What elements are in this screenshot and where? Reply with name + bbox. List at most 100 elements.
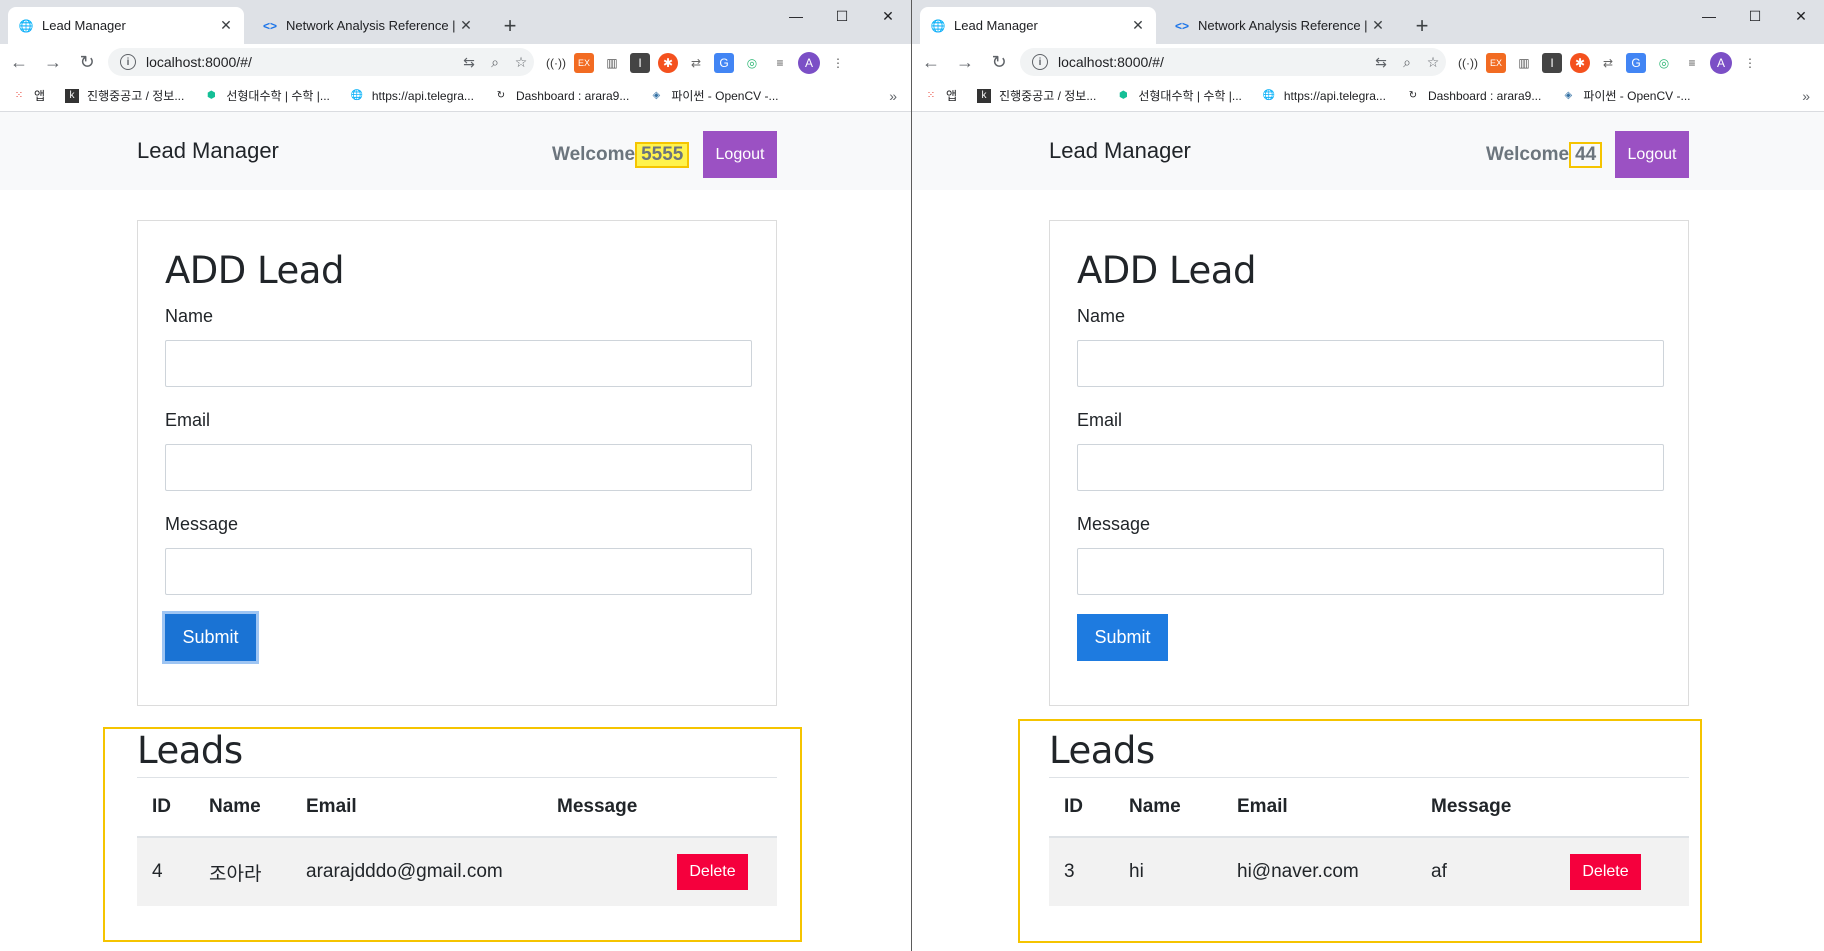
bookmark-label: 진행중공고 / 정보... [999, 89, 1097, 103]
tab-network-analysis[interactable]: <> Network Analysis Reference | ✕ [1164, 7, 1396, 44]
bookmark-item[interactable]: ⁙ 앱 [924, 87, 957, 104]
reading-list-icon[interactable]: ≡ [770, 53, 790, 73]
browser-toolbar: ← → ↻ i localhost:8000/#/ ⇆ ⌕ ☆ ((·)) EX… [0, 44, 911, 80]
message-label: Message [165, 514, 239, 534]
google-translate-icon[interactable]: G [1626, 53, 1646, 73]
message-label: Message [1077, 514, 1151, 534]
reload-button[interactable]: ↻ [984, 47, 1014, 77]
leads-highlight-box [1018, 719, 1702, 943]
maximize-button[interactable]: ☐ [819, 0, 865, 32]
info-icon[interactable]: i [120, 54, 136, 70]
extension-icon[interactable]: EX [1486, 53, 1506, 73]
app-navbar: Lead Manager Welcome 44 Logout [912, 112, 1824, 190]
bookmark-item[interactable]: 🌐 https://api.telegra... [350, 89, 474, 103]
message-input[interactable] [1077, 548, 1664, 595]
menu-icon[interactable]: ⋮ [828, 53, 848, 73]
extension-icon[interactable]: EX [574, 53, 594, 73]
leads-highlight-box [103, 727, 802, 942]
bookmarks-bar: ⁙ 앱 k 진행중공고 / 정보... ⬢ 선형대수학 | 수학 |... 🌐 http… [912, 80, 1824, 112]
more-bookmarks-icon[interactable]: » [889, 88, 897, 104]
brand-title[interactable]: Lead Manager [1049, 138, 1191, 164]
zoom-icon[interactable]: ⌕ [482, 54, 508, 71]
close-window-button[interactable]: ✕ [865, 0, 911, 32]
back-button[interactable]: ← [4, 47, 34, 77]
translate-icon[interactable]: ⇄ [1598, 53, 1618, 73]
extension-icon[interactable]: ((·)) [546, 53, 566, 73]
more-bookmarks-icon[interactable]: » [1802, 88, 1810, 104]
bookmark-item[interactable]: k 진행중공고 / 정보... [65, 87, 184, 104]
menu-icon[interactable]: ⋮ [1740, 53, 1760, 73]
extension-icon[interactable]: ✱ [658, 53, 678, 73]
reading-list-icon[interactable]: ≡ [1682, 53, 1702, 73]
barcode-icon[interactable]: ▥ [1514, 53, 1534, 73]
tab-network-analysis[interactable]: <> Network Analysis Reference | ✕ [252, 7, 484, 44]
extension-icon[interactable]: I [1542, 53, 1562, 73]
extension-icon[interactable]: I [630, 53, 650, 73]
brand-title[interactable]: Lead Manager [137, 138, 279, 164]
tab-title: Lead Manager [954, 18, 1038, 33]
close-icon[interactable]: ✕ [1130, 17, 1146, 34]
google-translate-icon[interactable]: G [714, 53, 734, 73]
form-title: ADD Lead [165, 249, 344, 292]
email-input[interactable] [165, 444, 752, 491]
minimize-button[interactable]: — [1686, 0, 1732, 32]
logout-button[interactable]: Logout [703, 131, 777, 178]
bookmarks-bar: ⁙ 앱 k 진행중공고 / 정보... ⬢ 선형대수학 | 수학 |... 🌐 http… [0, 80, 911, 112]
reload-button[interactable]: ↻ [72, 47, 102, 77]
star-icon[interactable]: ☆ [1420, 54, 1446, 71]
address-bar[interactable]: i localhost:8000/#/ ⇆ ⌕ ☆ [1020, 48, 1446, 76]
translate-icon[interactable]: ⇄ [686, 53, 706, 73]
address-bar[interactable]: i localhost:8000/#/ ⇆ ⌕ ☆ [108, 48, 534, 76]
star-icon[interactable]: ☆ [508, 54, 534, 71]
translate-icon[interactable]: ⇆ [456, 54, 482, 71]
name-input[interactable] [165, 340, 752, 387]
tab-lead-manager[interactable]: 🌐 Lead Manager ✕ [8, 7, 244, 44]
logout-button[interactable]: Logout [1615, 131, 1689, 178]
bookmark-item[interactable]: ↻ Dashboard : arara9... [494, 89, 630, 103]
email-input[interactable] [1077, 444, 1664, 491]
welcome-text: Welcome 44 [1486, 142, 1603, 168]
tab-lead-manager[interactable]: 🌐 Lead Manager ✕ [920, 7, 1156, 44]
app-navbar: Lead Manager Welcome 5555 Logout [0, 112, 911, 190]
submit-button[interactable]: Submit [1077, 614, 1168, 661]
email-label: Email [1077, 410, 1123, 430]
bookmark-label: 파이썬 - OpenCV -... [1583, 89, 1691, 103]
forward-button[interactable]: → [950, 47, 980, 77]
extension-icon[interactable]: ◎ [742, 53, 762, 73]
bookmark-item[interactable]: ⬢ 선형대수학 | 수학 |... [1116, 87, 1242, 104]
name-input[interactable] [1077, 340, 1664, 387]
message-input[interactable] [165, 548, 752, 595]
bookmark-item[interactable]: ⬢ 선형대수학 | 수학 |... [204, 87, 330, 104]
bookmark-item[interactable]: k 진행중공고 / 정보... [977, 87, 1096, 104]
bookmark-item[interactable]: ⁙ 앱 [12, 87, 45, 104]
close-icon[interactable]: ✕ [1370, 17, 1386, 34]
bookmark-item[interactable]: ◈ 파이썬 - OpenCV -... [1561, 87, 1690, 104]
maximize-button[interactable]: ☐ [1732, 0, 1778, 32]
extension-icon[interactable]: ((·)) [1458, 53, 1478, 73]
bookmark-label: 선형대수학 | 수학 |... [1138, 89, 1242, 103]
back-button[interactable]: ← [916, 47, 946, 77]
minimize-button[interactable]: — [773, 0, 819, 32]
translate-icon[interactable]: ⇆ [1368, 54, 1394, 71]
zoom-icon[interactable]: ⌕ [1394, 54, 1420, 71]
close-window-button[interactable]: ✕ [1778, 0, 1824, 32]
avatar[interactable]: A [1710, 52, 1732, 74]
info-icon[interactable]: i [1032, 54, 1048, 70]
close-icon[interactable]: ✕ [218, 17, 234, 34]
bookmark-item[interactable]: ↻ Dashboard : arara9... [1406, 88, 1542, 103]
bookmark-label: https://api.telegra... [1283, 88, 1386, 103]
bookmark-item[interactable]: 🌐 https://api.telegra... [1262, 89, 1386, 103]
new-tab-button[interactable]: + [1408, 12, 1436, 40]
bookmark-item[interactable]: ◈ 파이썬 - OpenCV -... [649, 87, 778, 104]
barcode-icon[interactable]: ▥ [602, 53, 622, 73]
close-icon[interactable]: ✕ [458, 17, 474, 34]
forward-button[interactable]: → [38, 47, 68, 77]
python-icon: ◈ [652, 90, 661, 101]
khan-icon: ⬢ [1118, 90, 1128, 101]
avatar[interactable]: A [798, 52, 820, 74]
extension-icon[interactable]: ◎ [1654, 53, 1674, 73]
bookmark-label: Dashboard : arara9... [1427, 88, 1542, 103]
submit-button[interactable]: Submit [165, 614, 256, 661]
extension-icon[interactable]: ✱ [1570, 53, 1590, 73]
new-tab-button[interactable]: + [496, 12, 524, 40]
